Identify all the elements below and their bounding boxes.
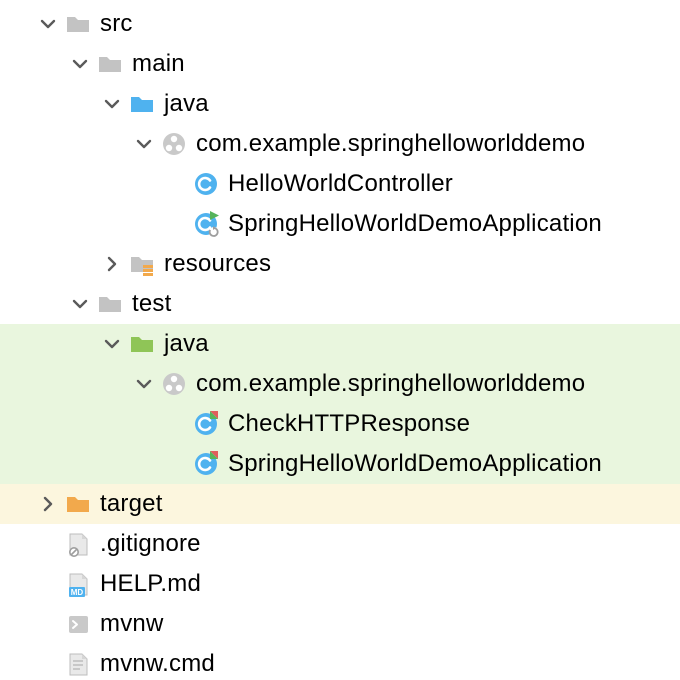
tree-item-main-java[interactable]: java — [0, 84, 680, 124]
tree-item-label: SpringHelloWorldDemoApplication — [228, 212, 602, 236]
package-icon — [160, 370, 188, 398]
chevron-right-icon[interactable] — [96, 248, 128, 280]
tree-item-mvnw-cmd[interactable]: mvnw.cmd — [0, 644, 680, 680]
tree-item-src[interactable]: src — [0, 4, 680, 44]
tree-item-main-app[interactable]: SpringHelloWorldDemoApplication — [0, 204, 680, 244]
tree-item-label: .gitignore — [100, 532, 201, 556]
tree-item-label: src — [100, 12, 133, 36]
tree-item-label: SpringHelloWorldDemoApplication — [228, 452, 602, 476]
folder-icon — [96, 290, 124, 318]
class-test-icon — [192, 450, 220, 478]
tree-item-label: mvnw.cmd — [100, 652, 215, 676]
folder-green-icon — [128, 330, 156, 358]
tree-item-test-package[interactable]: com.example.springhelloworlddemo — [0, 364, 680, 404]
md-file-icon — [64, 570, 92, 598]
class-test-icon — [192, 410, 220, 438]
folder-blue-icon — [128, 90, 156, 118]
chevron-right-icon[interactable] — [32, 488, 64, 520]
project-tree[interactable]: src main java com.example.springhellowor… — [0, 0, 680, 680]
chevron-down-icon[interactable] — [128, 368, 160, 400]
chevron-down-icon[interactable] — [96, 328, 128, 360]
shell-file-icon — [64, 610, 92, 638]
tree-item-test-java[interactable]: java — [0, 324, 680, 364]
class-run-icon — [192, 210, 220, 238]
tree-item-label: test — [132, 292, 171, 316]
tree-item-label: target — [100, 492, 163, 516]
folder-orange-icon — [64, 490, 92, 518]
tree-item-label: main — [132, 52, 185, 76]
text-file-icon — [64, 650, 92, 678]
chevron-down-icon[interactable] — [64, 48, 96, 80]
tree-item-label: com.example.springhelloworlddemo — [196, 372, 585, 396]
class-icon — [192, 170, 220, 198]
package-icon — [160, 130, 188, 158]
tree-item-label: mvnw — [100, 612, 163, 636]
chevron-down-icon[interactable] — [32, 8, 64, 40]
chevron-down-icon[interactable] — [64, 288, 96, 320]
tree-item-label: java — [164, 332, 209, 356]
chevron-down-icon[interactable] — [128, 128, 160, 160]
tree-item-main[interactable]: main — [0, 44, 680, 84]
tree-item-label: CheckHTTPResponse — [228, 412, 470, 436]
resources-folder-icon — [128, 250, 156, 278]
tree-item-check-http[interactable]: CheckHTTPResponse — [0, 404, 680, 444]
tree-item-help-md[interactable]: HELP.md — [0, 564, 680, 604]
gitignore-file-icon — [64, 530, 92, 558]
tree-item-label: HELP.md — [100, 572, 201, 596]
tree-item-label: HelloWorldController — [228, 172, 453, 196]
chevron-down-icon[interactable] — [96, 88, 128, 120]
folder-icon — [96, 50, 124, 78]
tree-item-mvnw[interactable]: mvnw — [0, 604, 680, 644]
tree-item-hello-controller[interactable]: HelloWorldController — [0, 164, 680, 204]
tree-item-label: resources — [164, 252, 271, 276]
folder-icon — [64, 10, 92, 38]
tree-item-test-app[interactable]: SpringHelloWorldDemoApplication — [0, 444, 680, 484]
tree-item-target[interactable]: target — [0, 484, 680, 524]
tree-item-label: com.example.springhelloworlddemo — [196, 132, 585, 156]
tree-item-label: java — [164, 92, 209, 116]
tree-item-main-package[interactable]: com.example.springhelloworlddemo — [0, 124, 680, 164]
tree-item-resources[interactable]: resources — [0, 244, 680, 284]
tree-item-test[interactable]: test — [0, 284, 680, 324]
tree-item-gitignore[interactable]: .gitignore — [0, 524, 680, 564]
